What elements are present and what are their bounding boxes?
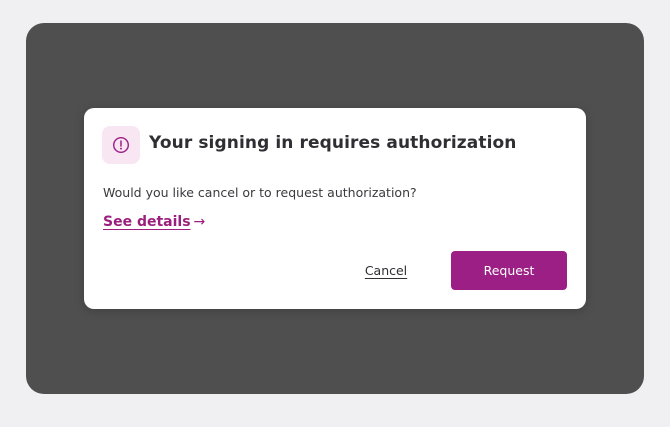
authorization-dialog: Your signing in requires authorization W… [84,108,586,309]
dialog-message: Would you like cancel or to request auth… [103,185,417,200]
see-details-link[interactable]: See details → [103,214,205,230]
arrow-right-icon: → [193,214,206,230]
dialog-title: Your signing in requires authorization [149,133,517,153]
see-details-label: See details [103,214,191,230]
alert-badge [102,126,140,164]
cancel-button[interactable]: Cancel [346,251,426,290]
request-button[interactable]: Request [451,251,567,290]
alert-circle-icon [112,136,130,154]
